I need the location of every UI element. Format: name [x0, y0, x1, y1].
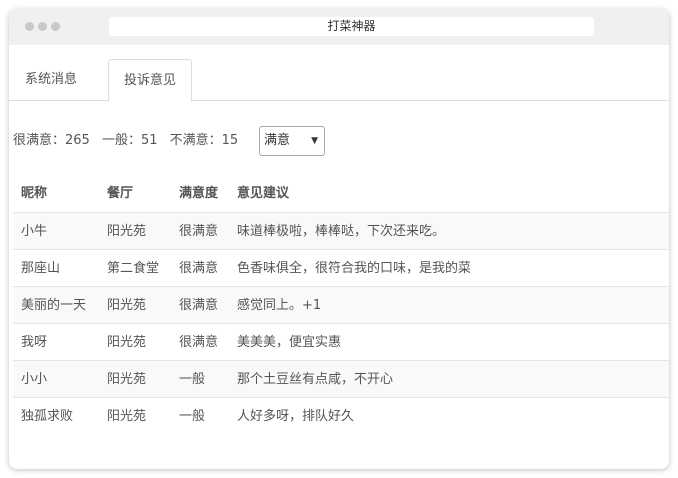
- table-row: 那座山 第二食堂 很满意 色香味俱全，很符合我的口味，是我的菜: [13, 249, 669, 286]
- table-row: 美丽的一天 阳光苑 很满意 感觉同上。+1: [13, 286, 669, 323]
- window-title: 打菜神器: [109, 17, 594, 36]
- very-satisfied-count: 很满意：265: [13, 133, 90, 148]
- cell-satisfaction: 很满意: [179, 335, 219, 350]
- cell-nickname: 美丽的一天: [21, 298, 87, 313]
- table-header: 昵称 餐厅 满意度 意见建议: [13, 175, 669, 212]
- cell-restaurant: 阳光苑: [107, 224, 147, 239]
- cell-nickname: 小小: [21, 372, 48, 387]
- cell-restaurant: 阳光苑: [107, 298, 147, 313]
- select-value: 满意: [264, 133, 291, 148]
- window-dot-1[interactable]: [25, 22, 34, 31]
- tab-bar: 系统消息 投诉意见: [9, 59, 669, 102]
- cell-restaurant: 阳光苑: [107, 335, 147, 350]
- cell-satisfaction: 一般: [179, 409, 206, 424]
- header-satisfaction: 满意度: [179, 186, 219, 201]
- cell-restaurant: 第二食堂: [107, 261, 160, 276]
- cell-satisfaction: 很满意: [179, 224, 219, 239]
- table-row: 独孤求败 阳光苑 一般 人好多呀，排队好久: [13, 397, 669, 434]
- header-suggestion: 意见建议: [237, 186, 290, 201]
- feedback-table: 昵称 餐厅 满意度 意见建议 小牛 阳光苑 很满意 味道棒极啦，棒棒哒，下次还来…: [13, 175, 669, 434]
- summary-bar: 很满意：265 一般：51 不满意：15 满意 ▼: [13, 126, 653, 156]
- cell-nickname: 那座山: [21, 261, 61, 276]
- cell-restaurant: 阳光苑: [107, 372, 147, 387]
- header-restaurant: 餐厅: [107, 186, 134, 201]
- cell-restaurant: 阳光苑: [107, 409, 147, 424]
- cell-suggestion: 色香味俱全，很符合我的口味，是我的菜: [237, 261, 472, 276]
- average-count: 一般：51: [101, 133, 158, 148]
- cell-suggestion: 人好多呀，排队好久: [237, 409, 355, 424]
- title-bar: 打菜神器: [9, 9, 669, 45]
- header-nickname: 昵称: [21, 186, 48, 201]
- tab-system-messages[interactable]: 系统消息: [10, 59, 92, 101]
- app-window: 打菜神器 系统消息 投诉意见 很满意：265 一般：51 不满意：15 满意 ▼…: [9, 9, 669, 469]
- cell-satisfaction: 很满意: [179, 298, 219, 313]
- window-dot-2[interactable]: [38, 22, 47, 31]
- cell-satisfaction: 一般: [179, 372, 206, 387]
- window-dot-3[interactable]: [51, 22, 60, 31]
- cell-satisfaction: 很满意: [179, 261, 219, 276]
- cell-suggestion: 那个土豆丝有点咸，不开心: [237, 372, 394, 387]
- cell-nickname: 独孤求败: [21, 409, 74, 424]
- satisfaction-filter-select[interactable]: 满意 ▼: [259, 126, 325, 156]
- cell-nickname: 我呀: [21, 335, 48, 350]
- cell-suggestion: 感觉同上。+1: [237, 298, 322, 313]
- tab-complaints[interactable]: 投诉意见: [108, 59, 193, 102]
- table-row: 我呀 阳光苑 很满意 美美美，便宜实惠: [13, 323, 669, 360]
- dissatisfied-count: 不满意：15: [169, 133, 239, 148]
- cell-suggestion: 美美美，便宜实惠: [237, 335, 342, 350]
- table-row: 小牛 阳光苑 很满意 味道棒极啦，棒棒哒，下次还来吃。: [13, 212, 669, 249]
- chevron-down-icon: ▼: [311, 136, 318, 146]
- table-row: 小小 阳光苑 一般 那个土豆丝有点咸，不开心: [13, 360, 669, 397]
- cell-suggestion: 味道棒极啦，棒棒哒，下次还来吃。: [237, 224, 446, 239]
- cell-nickname: 小牛: [21, 224, 48, 239]
